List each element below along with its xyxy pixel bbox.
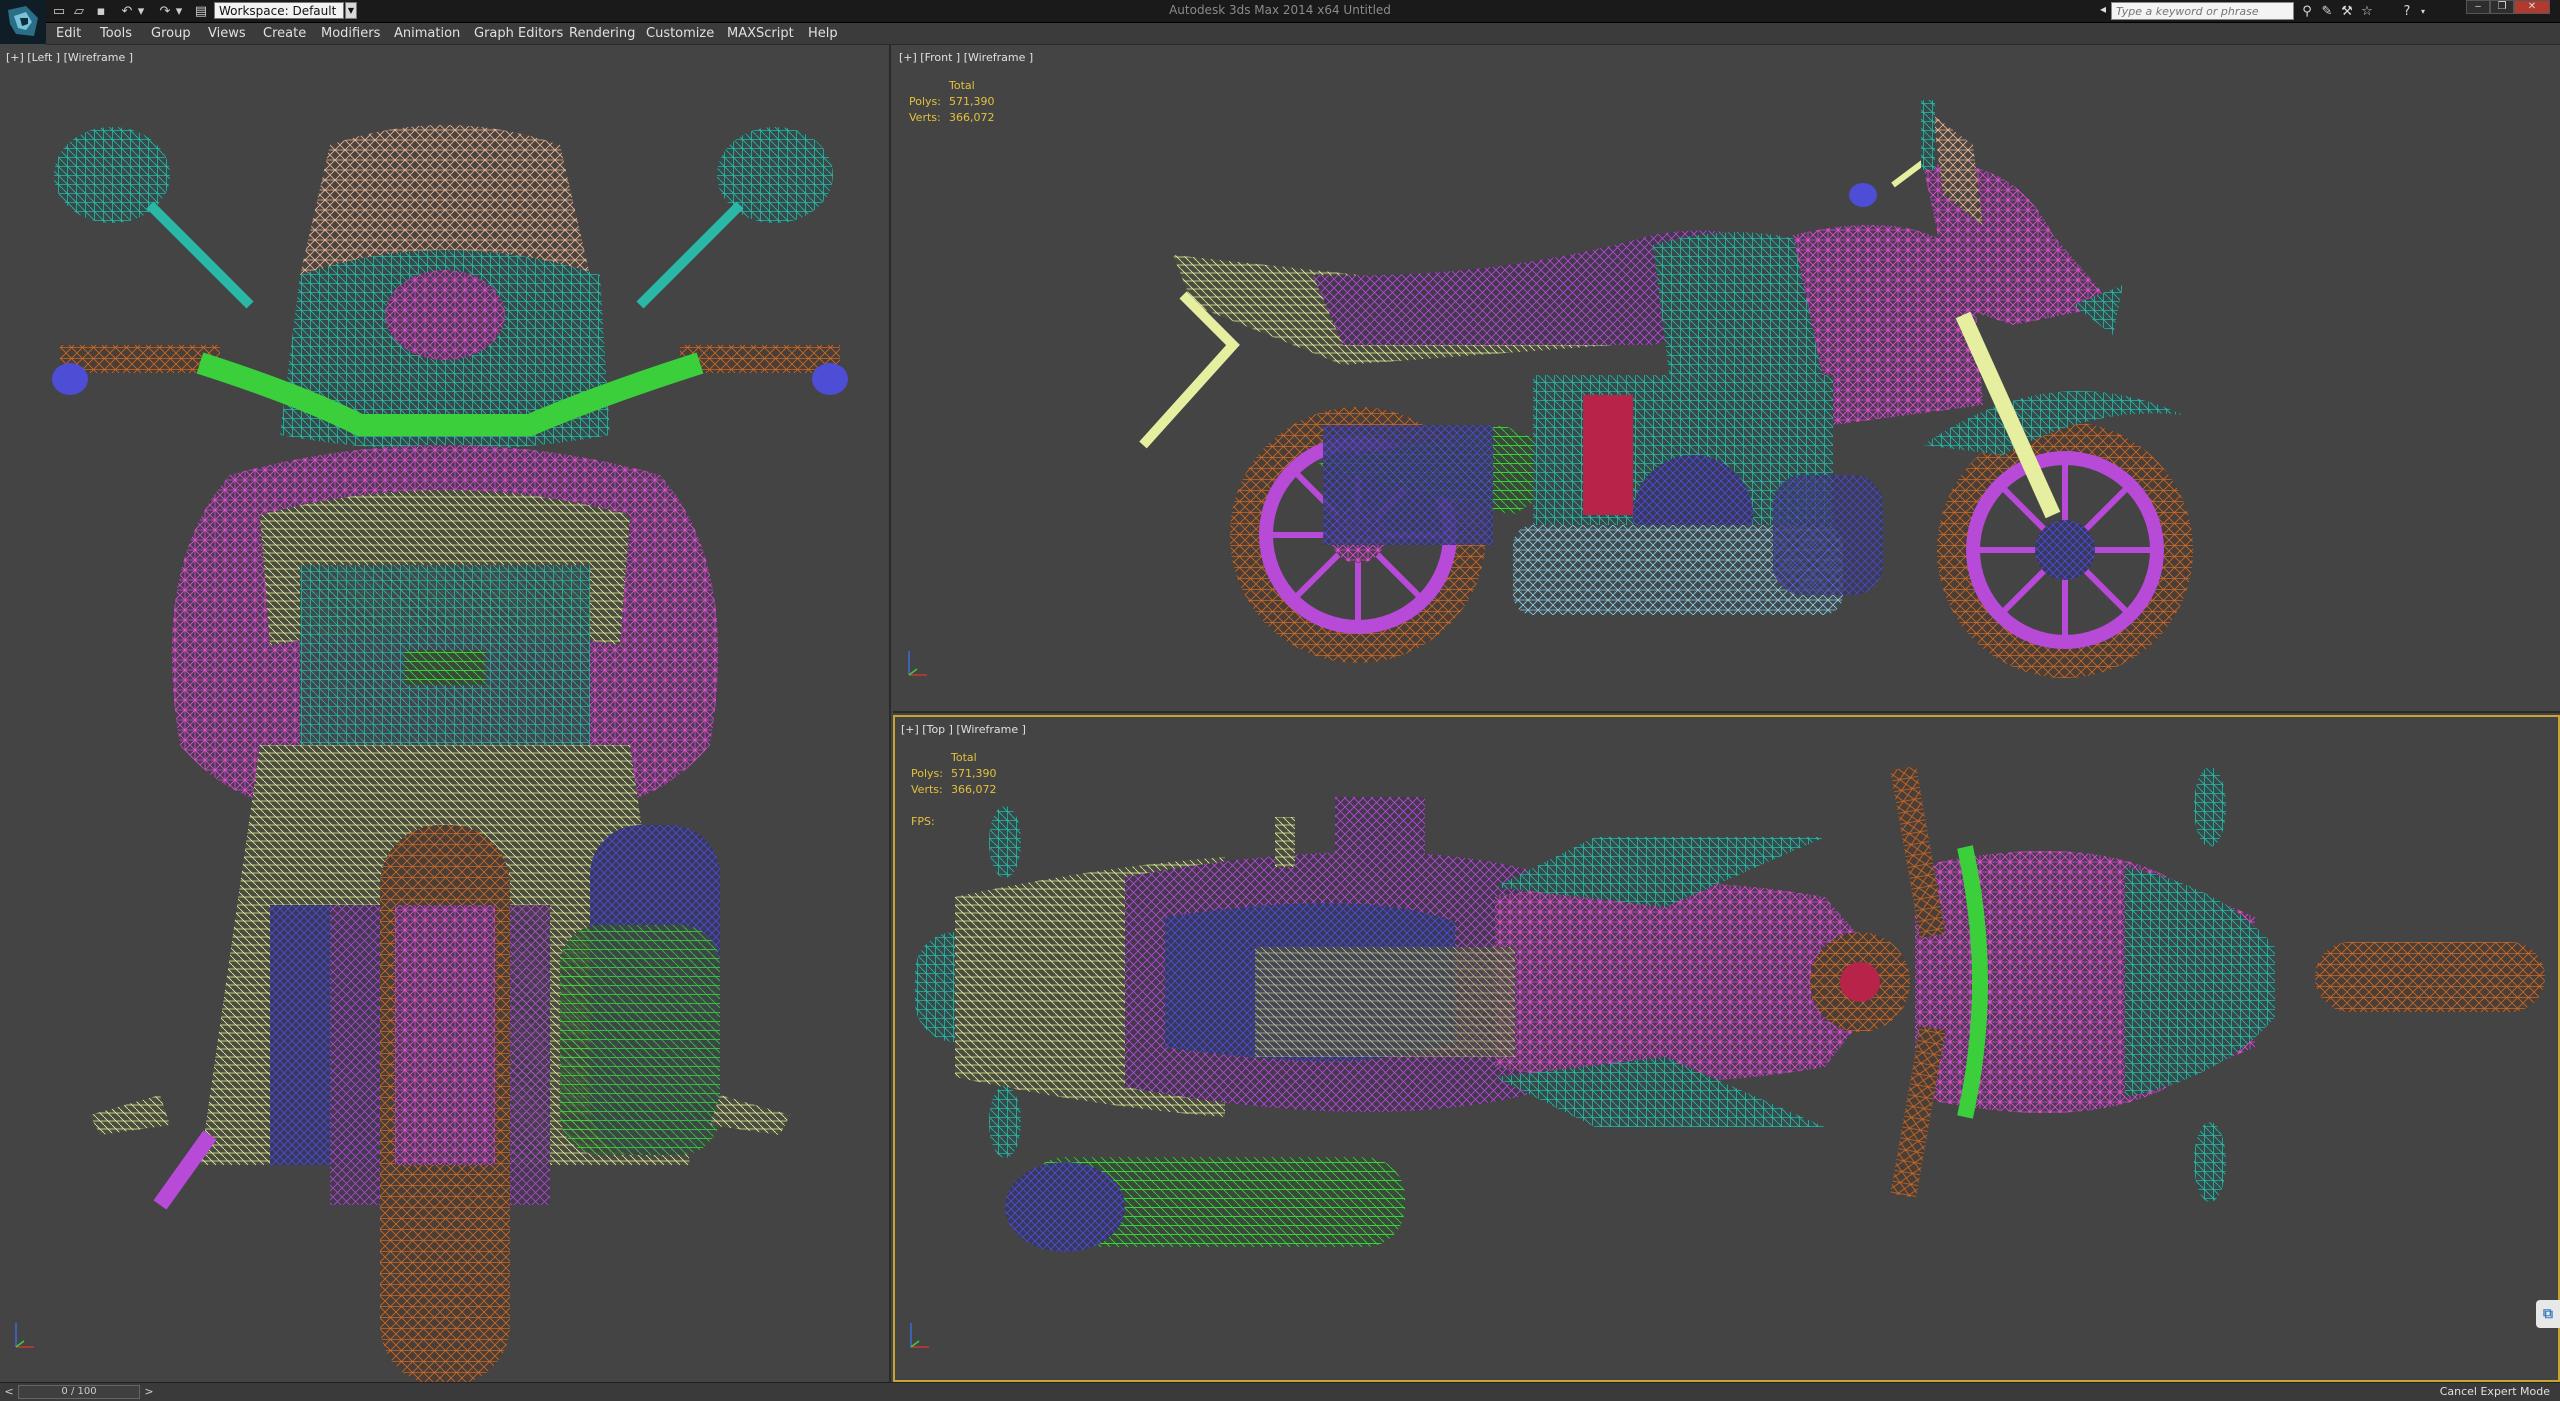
favorites-icon[interactable]: ☆ [2358,2,2376,20]
status-bar: < 0 / 100 > Cancel Expert Mode [0,1382,2560,1401]
chevron-down-icon[interactable]: ▼ [345,2,357,19]
title-bar: ▭ ▱ ▪ ↶ ▾ ↷ ▾ ▤ Workspace: Default ▼ Aut… [0,0,2560,23]
menu-help[interactable]: Help [808,26,838,41]
polys-value: 571,390 [949,95,995,108]
subscription-icon[interactable]: ✎ [2318,2,2336,20]
menu-group[interactable]: Group [151,26,191,41]
project-folder-icon[interactable]: ▤ [192,2,210,20]
menu-create[interactable]: Create [263,26,306,41]
undo-dropdown-icon[interactable]: ▾ [132,2,150,20]
app-menu-button[interactable] [0,0,46,44]
minimize-icon[interactable]: ‒ [2466,0,2490,14]
search-expand-icon[interactable]: ◂ [2100,2,2110,20]
polys-value: 571,390 [951,767,997,780]
stats-title: Total [951,751,977,764]
viewcube-helper-icon[interactable]: ⧉ [2536,1300,2560,1328]
help-dropdown-icon[interactable]: ▾ [2414,2,2432,20]
verts-value: 366,072 [951,783,997,796]
stats-overlay: Total Polys: 571,390 Verts: 366,072 [909,78,995,126]
binoculars-icon[interactable]: ⚲ [2298,2,2316,20]
menu-graph-editors[interactable]: Graph Editors [474,26,563,41]
stats-title: Total [949,79,975,92]
menu-bar: Edit Tools Group Views Create Modifiers … [46,23,2560,45]
menu-views[interactable]: Views [208,26,246,41]
stats-overlay: Total Polys: 571,390 Verts: 366,072 FPS: [911,750,997,830]
search-input[interactable] [2111,2,2294,20]
viewport-left[interactable]: [+] [Left ] [Wireframe ] [0,45,891,1382]
fps-label: FPS: [911,815,935,828]
communication-center-icon[interactable]: ⚒ [2338,2,2356,20]
motorcycle-wireframe-top-view [915,766,2545,1252]
time-slider-thumb[interactable]: 0 / 100 [19,1386,139,1398]
time-slider[interactable]: 0 / 100 [18,1385,140,1399]
3ds-max-logo-icon [8,6,38,36]
cancel-expert-mode-button[interactable]: Cancel Expert Mode [2440,1385,2550,1398]
menu-customize[interactable]: Customize [646,26,714,41]
menu-rendering[interactable]: Rendering [569,26,635,41]
open-file-icon[interactable]: ▱ [70,2,88,20]
new-file-icon[interactable]: ▭ [50,2,68,20]
viewport-front[interactable]: [+] [Front ] [Wireframe ] Total Polys: 57… [893,45,2560,713]
motorcycle-wireframe-side-view [1139,100,2193,678]
maximize-icon[interactable]: ❐ [2490,0,2514,14]
previous-frame-icon[interactable]: < [2,1385,16,1399]
menu-edit[interactable]: Edit [56,26,81,41]
save-icon[interactable]: ▪ [92,2,110,20]
menu-modifiers[interactable]: Modifiers [321,26,380,41]
redo-dropdown-icon[interactable]: ▾ [170,2,188,20]
axis-tripod-icon [908,651,927,676]
polys-label: Polys: [911,767,943,780]
axis-tripod-icon [15,1323,34,1348]
viewport-top[interactable]: [+] [Top ] [Wireframe ] Total Polys: 571,… [893,715,2560,1382]
menu-tools[interactable]: Tools [100,26,132,41]
close-icon[interactable]: ✕ [2514,0,2550,14]
next-frame-icon[interactable]: > [142,1385,156,1399]
viewport-label[interactable]: [+] [Top ] [Wireframe ] [901,723,1026,736]
polys-label: Polys: [909,95,941,108]
axis-tripod-icon [910,1323,929,1348]
motorcycle-wireframe-left-view [52,125,848,1382]
verts-label: Verts: [909,111,941,124]
workspace-dropdown[interactable]: Workspace: Default [214,2,344,19]
menu-maxscript[interactable]: MAXScript [727,26,794,41]
verts-value: 366,072 [949,111,995,124]
viewport-label[interactable]: [+] [Front ] [Wireframe ] [899,51,1033,64]
menu-animation[interactable]: Animation [394,26,460,41]
viewport-label[interactable]: [+] [Left ] [Wireframe ] [6,51,133,64]
verts-label: Verts: [911,783,943,796]
